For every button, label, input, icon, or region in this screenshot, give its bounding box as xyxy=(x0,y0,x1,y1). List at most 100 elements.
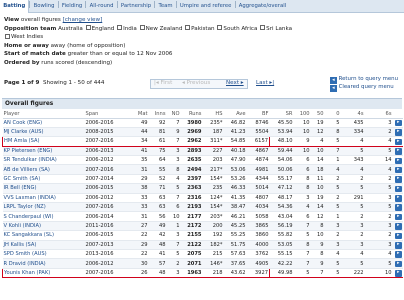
tab-team[interactable]: Team xyxy=(155,0,175,13)
checkbox-icon[interactable] xyxy=(5,33,10,39)
table-header: Player Span Mat Inns NO Runs HS Ave BF SR 100 50 0 4s… xyxy=(2,110,403,119)
row-action[interactable]: ▸ xyxy=(392,146,403,157)
column-header-4s[interactable]: 4s xyxy=(340,110,365,119)
cell-bf: 4867 xyxy=(246,146,270,157)
column-header-ave[interactable]: Ave xyxy=(223,110,247,119)
profile-arrow-icon[interactable]: ▸ xyxy=(395,213,402,221)
cell-inns: 92 xyxy=(148,118,167,128)
player-name-link[interactable]: JH Kallis (SA) xyxy=(2,240,85,250)
tab-aggregate-overall[interactable]: Aggregate/overall xyxy=(236,0,290,13)
tab-umpire-referee[interactable]: Umpire and referee xyxy=(177,0,235,13)
player-name-link[interactable]: MJ Clarke (AUS) xyxy=(2,127,85,138)
profile-arrow-icon[interactable]: ▸ xyxy=(395,119,402,127)
player-name-link[interactable]: R Dravid (INDIA) xyxy=(2,258,85,269)
cell-ave: 55.25 xyxy=(223,230,247,241)
row-action[interactable]: ▸ xyxy=(392,249,403,260)
next-page-button[interactable]: Next ▸ xyxy=(226,80,244,86)
tab-bowling[interactable]: Bowling xyxy=(30,0,57,13)
change-view-link[interactable]: [change view] xyxy=(63,17,103,23)
profile-arrow-icon[interactable]: ▸ xyxy=(395,129,402,136)
player-name-link[interactable]: IR Bell (ENG) xyxy=(2,183,85,194)
row-action[interactable]: ▸ xyxy=(392,127,403,138)
profile-arrow-icon[interactable]: ▸ xyxy=(395,232,402,240)
cell-6s: 4 xyxy=(364,164,393,175)
row-action[interactable]: ▸ xyxy=(392,164,403,175)
column-header-50[interactable]: 50 xyxy=(310,110,325,119)
player-name-link[interactable]: AB de Villiers (SA) xyxy=(2,164,85,175)
profile-arrow-icon[interactable]: ▸ xyxy=(395,157,402,164)
column-header-mat[interactable]: Mat xyxy=(132,110,149,119)
player-name-link[interactable]: HM Amla (SA) xyxy=(2,136,85,147)
row-action[interactable]: ▸ xyxy=(392,155,403,166)
profile-arrow-icon[interactable]: ▸ xyxy=(395,166,402,174)
cell-runs: 2155 xyxy=(180,230,203,241)
player-name-link[interactable]: V Kohli (INDIA) xyxy=(2,221,85,232)
profile-arrow-icon[interactable]: ▸ xyxy=(395,242,402,249)
player-name-link[interactable]: KP Pietersen (ENG) xyxy=(2,146,85,157)
cell-6s: 2 xyxy=(364,230,393,241)
column-header-6s[interactable]: 6s xyxy=(364,110,393,119)
profile-arrow-icon[interactable]: ▸ xyxy=(395,138,402,146)
row-action[interactable]: ▸ xyxy=(392,193,403,204)
profile-arrow-icon[interactable]: ▸ xyxy=(395,223,402,230)
row-action[interactable]: ▸ xyxy=(392,211,403,222)
tab-fielding[interactable]: Fielding xyxy=(59,0,86,13)
cleared-query-menu-link[interactable]: ◂ Cleared query menu xyxy=(329,84,398,92)
player-name-link[interactable]: KC Sangakkara (SL) xyxy=(2,230,85,241)
column-header-bf[interactable]: BF xyxy=(246,110,270,119)
column-header-inns[interactable]: Inns xyxy=(148,110,167,119)
checkbox-icon[interactable] xyxy=(117,25,123,31)
cell-span: 2008-2015 xyxy=(84,127,133,138)
profile-arrow-icon[interactable]: ▸ xyxy=(395,251,402,258)
tab-all-round[interactable]: All-round xyxy=(86,0,116,13)
checkbox-icon[interactable] xyxy=(217,25,223,31)
checkbox-icon[interactable] xyxy=(139,25,145,31)
profile-arrow-icon[interactable]: ▸ xyxy=(395,195,402,202)
checkbox-icon[interactable] xyxy=(260,25,266,31)
player-name-link[interactable]: VVS Laxman (INDIA) xyxy=(2,193,85,204)
profile-arrow-icon[interactable]: ▸ xyxy=(395,176,402,183)
row-action[interactable]: ▸ xyxy=(392,174,403,185)
row-action[interactable]: ▸ xyxy=(392,230,403,241)
page-indicator: Page 1 of 9 Showing 1 - 50 of 444 xyxy=(4,80,105,86)
tab-batting[interactable]: Batting xyxy=(0,0,30,13)
return-query-menu-link[interactable]: ◂ Return to query menu xyxy=(329,76,398,84)
profile-arrow-icon[interactable]: ▸ xyxy=(395,148,402,155)
row-action[interactable]: ▸ xyxy=(392,221,403,232)
home-away-value: away (home of opposition) xyxy=(50,42,126,49)
cell-mat: 41 xyxy=(132,146,149,157)
column-header-runs[interactable]: Runs xyxy=(180,110,203,119)
column-header-hs[interactable]: HS xyxy=(202,110,224,119)
profile-arrow-icon[interactable]: ▸ xyxy=(395,204,402,211)
player-name-link[interactable]: Younis Khan (PAK) xyxy=(2,267,85,279)
column-header-span[interactable]: Span xyxy=(84,110,133,119)
row-action[interactable]: ▸ xyxy=(392,118,403,128)
column-header-player[interactable]: Player xyxy=(2,110,85,119)
player-name-link[interactable]: LRPL Taylor (NZ) xyxy=(2,202,85,213)
profile-arrow-icon[interactable]: ▸ xyxy=(395,270,402,277)
column-header-sr[interactable]: SR xyxy=(269,110,294,119)
column-header-no[interactable]: NO xyxy=(166,110,181,119)
table-row: AB de Villiers (SA) 2007-2016 31 55 8 2494 217… xyxy=(2,164,403,175)
row-action[interactable]: ▸ xyxy=(392,183,403,194)
profile-arrow-icon[interactable]: ▸ xyxy=(395,185,402,193)
last-page-button[interactable]: Last ▸| xyxy=(256,80,274,86)
column-header-0[interactable]: 0 xyxy=(324,110,341,119)
row-action[interactable]: ▸ xyxy=(392,136,403,147)
row-action[interactable]: ▸ xyxy=(392,202,403,213)
player-name-link[interactable]: AN Cook (ENG) xyxy=(2,118,85,128)
profile-arrow-icon[interactable]: ▸ xyxy=(395,260,402,268)
player-name-link[interactable]: GC Smith (SA) xyxy=(2,174,85,185)
row-action[interactable]: ▸ xyxy=(392,240,403,250)
row-action[interactable]: ▸ xyxy=(392,258,403,269)
player-name-link[interactable]: S Chanderpaul (WI) xyxy=(2,211,85,222)
checkbox-icon[interactable] xyxy=(185,25,191,31)
checkbox-icon[interactable] xyxy=(85,25,91,31)
column-header-100[interactable]: 100 xyxy=(293,110,311,119)
player-name-link[interactable]: SPD Smith (AUS) xyxy=(2,249,85,260)
tab-partnership[interactable]: Partnership xyxy=(118,0,155,13)
row-action[interactable]: ▸ xyxy=(392,267,403,279)
cell-hs: 227 xyxy=(202,146,224,157)
cell-sr: 45.50 xyxy=(269,118,294,128)
player-name-link[interactable]: SR Tendulkar (INDIA) xyxy=(2,155,85,166)
